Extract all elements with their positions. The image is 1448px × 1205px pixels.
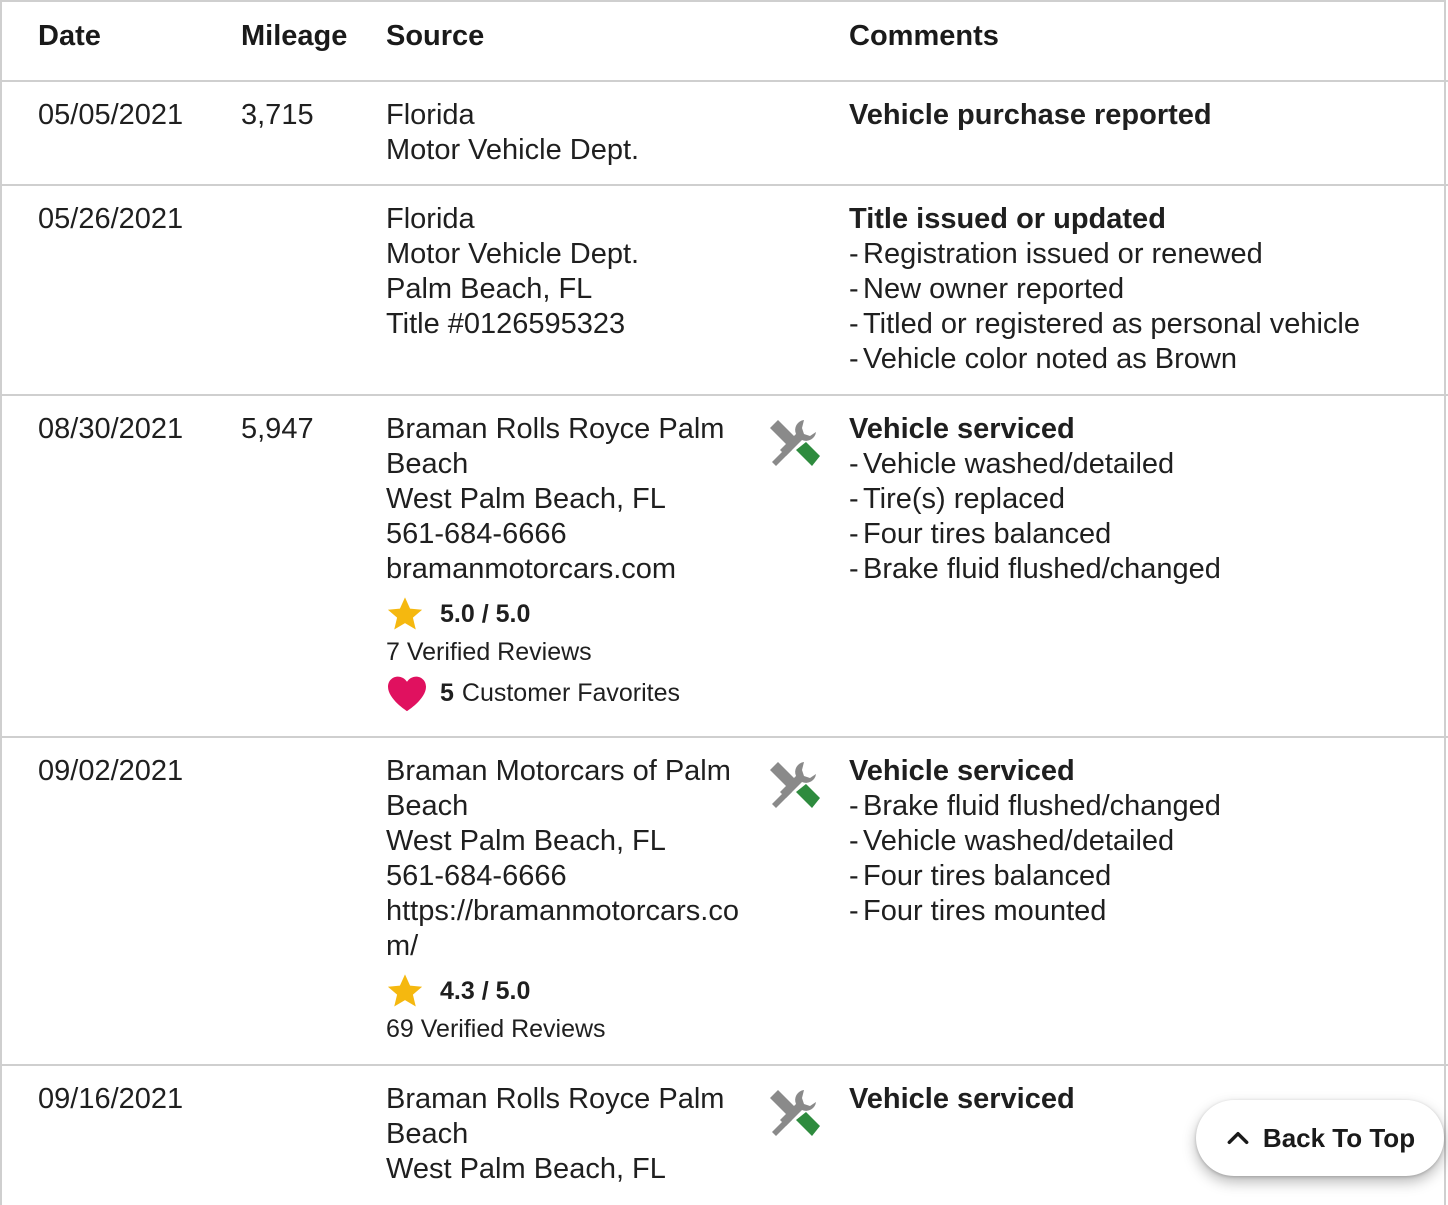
row-comments: Vehicle serviced - Vehicle washed/detaile… <box>849 412 1439 587</box>
comment-item: - Tire(s) replaced <box>849 483 1065 515</box>
table-row: 05/05/2021 3,715 Florida Motor Vehicle D… <box>0 82 1448 186</box>
source-line: West Palm Beach, FL <box>386 825 666 857</box>
row-source: Florida Motor Vehicle Dept. <box>386 98 756 168</box>
table-header: Date Mileage Source Comments <box>0 0 1448 82</box>
rating-score: 4.3 / 5.0 <box>440 976 531 1005</box>
comment-item: - Brake fluid flushed/changed <box>849 553 1221 585</box>
source-line: Braman Rolls Royce Palm Beach <box>386 1083 725 1150</box>
source-line: Florida <box>386 203 475 235</box>
header-comments: Comments <box>849 20 999 52</box>
comment-title: Vehicle purchase reported <box>849 99 1212 131</box>
row-mileage: 3,715 <box>241 99 314 131</box>
header-mileage: Mileage <box>241 20 348 52</box>
comment-item: - Brake fluid flushed/changed <box>849 790 1221 822</box>
source-line[interactable]: bramanmotorcars.com <box>386 552 756 587</box>
row-source: Florida Motor Vehicle Dept. Palm Beach, … <box>386 202 756 342</box>
service-tools-icon <box>770 1090 820 1136</box>
verified-reviews-link[interactable]: 69 Verified Reviews <box>386 1010 746 1048</box>
row-comments: Title issued or updated - Registration is… <box>849 202 1439 377</box>
source-line: Palm Beach, FL <box>386 273 593 305</box>
comment-item: - New owner reported <box>849 273 1125 305</box>
row-date: 09/16/2021 <box>38 1083 184 1115</box>
rating: 4.3 / 5.0 <box>386 972 746 1010</box>
source-line: Motor Vehicle Dept. <box>386 238 640 270</box>
comment-item: - Four tires mounted <box>849 895 1107 927</box>
service-tools-icon <box>770 762 820 808</box>
source-line: 561-684-6666 <box>386 518 567 550</box>
comment-item: - Vehicle washed/detailed <box>849 825 1175 857</box>
service-tools-icon <box>770 420 820 466</box>
comment-title: Title issued or updated <box>849 203 1166 235</box>
customer-favorites: 5 Customer Favorites <box>386 673 756 713</box>
header-source: Source <box>386 20 485 52</box>
comment-item: - Four tires balanced <box>849 518 1112 550</box>
row-date: 05/26/2021 <box>38 203 184 235</box>
star-icon <box>387 597 423 630</box>
source-line: Florida <box>386 99 475 131</box>
verified-reviews-link[interactable]: 7 Verified Reviews <box>386 633 756 671</box>
source-line: West Palm Beach, FL <box>386 483 666 515</box>
comment-item: - Vehicle washed/detailed <box>849 448 1175 480</box>
source-line: Braman Rolls Royce Palm Beach <box>386 413 725 480</box>
rating: 5.0 / 5.0 <box>386 595 756 633</box>
row-date: 09/02/2021 <box>38 755 184 787</box>
comment-item: - Registration issued or renewed <box>849 238 1263 270</box>
row-date: 08/30/2021 <box>38 413 184 445</box>
comment-item: - Vehicle color noted as Brown <box>849 343 1237 375</box>
star-icon <box>387 974 423 1007</box>
table-row: 09/02/2021 Braman Motorcars of Palm Beac… <box>0 738 1448 1066</box>
row-comments: Vehicle purchase reported <box>849 98 1439 133</box>
row-source: Braman Rolls Royce Palm Beach West Palm … <box>386 1082 756 1187</box>
heart-icon <box>388 676 426 712</box>
comment-title: Vehicle serviced <box>849 413 1075 445</box>
chevron-up-icon <box>1227 1131 1249 1145</box>
source-line: 561-684-6666 <box>386 860 567 892</box>
source-line[interactable]: https://bramanmotorcars.com/ <box>386 894 746 964</box>
source-line: Title #0126595323 <box>386 308 626 340</box>
back-to-top-label: Back To Top <box>1262 1122 1416 1153</box>
table-row: 08/30/2021 5,947 Braman Rolls Royce Palm… <box>0 396 1448 738</box>
comment-title: Vehicle serviced <box>849 755 1075 787</box>
row-source: Braman Motorcars of Palm Beach West Palm… <box>386 754 746 1048</box>
row-mileage: 5,947 <box>241 413 314 445</box>
comment-item: - Titled or registered as personal vehicl… <box>849 308 1361 340</box>
table-row: 05/26/2021 Florida Motor Vehicle Dept. P… <box>0 186 1448 396</box>
favorites-count: 5 <box>440 678 454 707</box>
row-date: 05/05/2021 <box>38 99 184 131</box>
rating-score: 5.0 / 5.0 <box>440 599 531 628</box>
favorites-label: Customer Favorites <box>461 678 681 707</box>
back-to-top-button[interactable]: Back To Top <box>1196 1100 1444 1176</box>
source-line: West Palm Beach, FL <box>386 1153 666 1185</box>
source-line: Motor Vehicle Dept. <box>386 134 640 166</box>
source-line: Braman Motorcars of Palm Beach <box>386 755 731 822</box>
row-comments: Vehicle serviced - Brake fluid flushed/ch… <box>849 754 1439 929</box>
comment-item: - Four tires balanced <box>849 860 1112 892</box>
row-source: Braman Rolls Royce Palm Beach West Palm … <box>386 412 756 713</box>
header-date: Date <box>38 20 101 52</box>
